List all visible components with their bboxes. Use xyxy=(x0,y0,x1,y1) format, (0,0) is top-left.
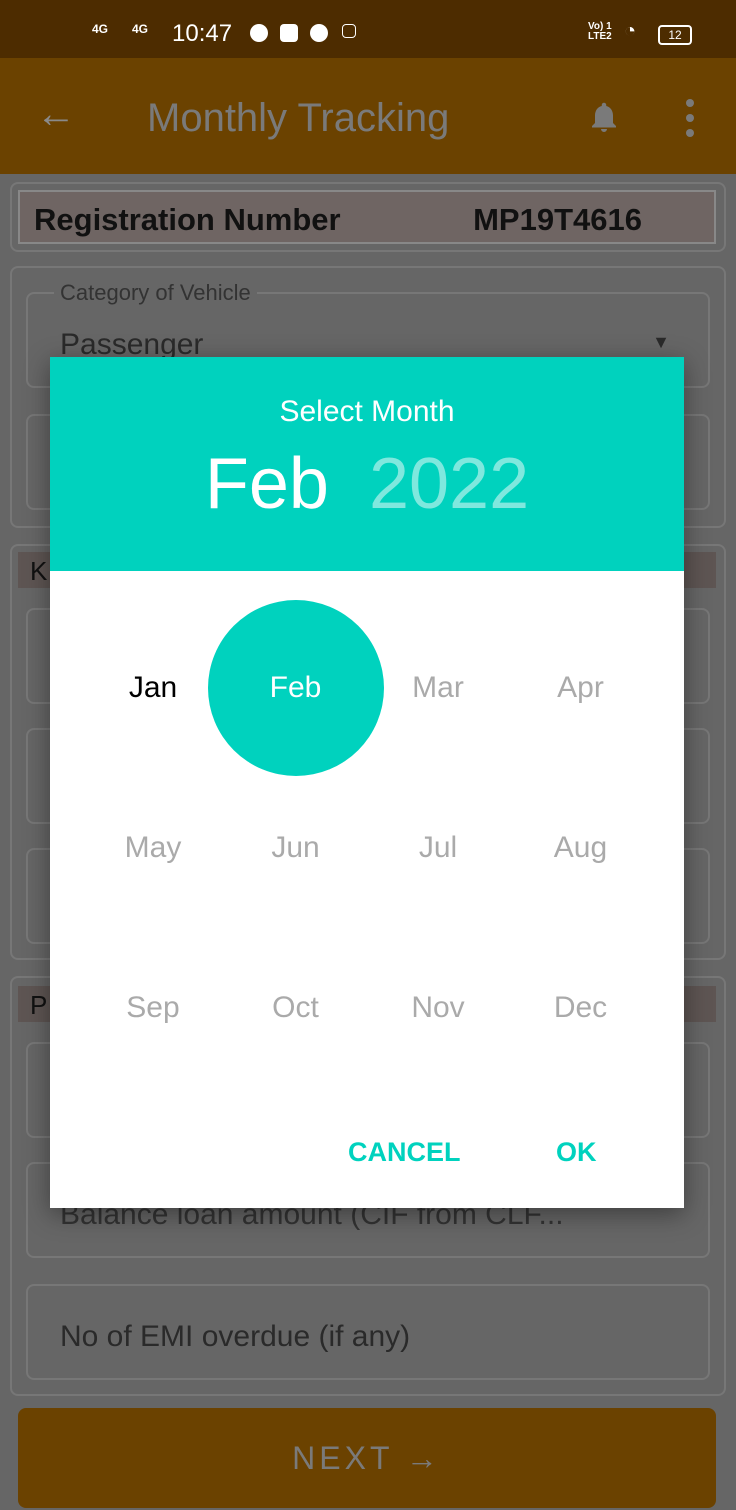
emi-overdue-placeholder: No of EMI overdue (if any) xyxy=(60,1320,411,1353)
registration-label: Registration Number xyxy=(34,202,341,237)
month-apr[interactable]: Apr xyxy=(493,600,669,776)
clock: 10:47 xyxy=(172,20,233,47)
app-bar: ← Monthly Tracking xyxy=(0,58,736,174)
status-bar: 4G 4G 10:47 Vo) 1 LTE2 ◔ 12 xyxy=(0,0,736,58)
dialog-header: Select Month Feb 2022 xyxy=(50,357,684,571)
page-title: Monthly Tracking xyxy=(147,96,450,140)
next-label: NEXT xyxy=(292,1440,393,1476)
network-label: Vo) 1 LTE2 xyxy=(588,21,612,42)
category-label: Category of Vehicle xyxy=(54,280,257,306)
selected-year[interactable]: 2022 xyxy=(369,444,529,524)
month-picker-dialog: Select Month Feb 2022 Jan Feb Mar Apr May Jun J… xyxy=(50,357,684,1208)
ok-button[interactable]: OK xyxy=(556,1137,597,1168)
arrow-left-icon[interactable]: ← xyxy=(36,92,76,137)
wifi-icon: ◔ xyxy=(624,20,637,42)
selected-month[interactable]: Feb xyxy=(205,444,329,524)
whatsapp-icon xyxy=(250,24,268,42)
bell-icon[interactable] xyxy=(586,98,622,136)
registration-row: Registration Number MP19T4616 xyxy=(18,190,716,244)
emi-overdue-input[interactable]: No of EMI overdue (if any) xyxy=(26,1284,710,1380)
app-icon xyxy=(342,24,356,38)
registration-value: MP19T4616 xyxy=(473,202,642,237)
next-button[interactable]: NEXT → xyxy=(18,1408,716,1508)
signal-1: 4G xyxy=(92,22,109,36)
youtube-icon xyxy=(280,24,298,42)
dropdown-arrow-icon: ▼ xyxy=(652,332,670,352)
cancel-button[interactable]: CANCEL xyxy=(348,1137,461,1168)
signal-2: 4G xyxy=(132,22,149,36)
arrow-right-icon: → xyxy=(405,1440,442,1476)
message-icon xyxy=(310,24,328,42)
month-dec[interactable]: Dec xyxy=(493,920,669,1096)
month-aug[interactable]: Aug xyxy=(493,760,669,936)
dialog-title: Select Month xyxy=(279,395,455,428)
battery-icon: 12 xyxy=(658,25,692,45)
more-vertical-icon[interactable] xyxy=(680,98,700,138)
